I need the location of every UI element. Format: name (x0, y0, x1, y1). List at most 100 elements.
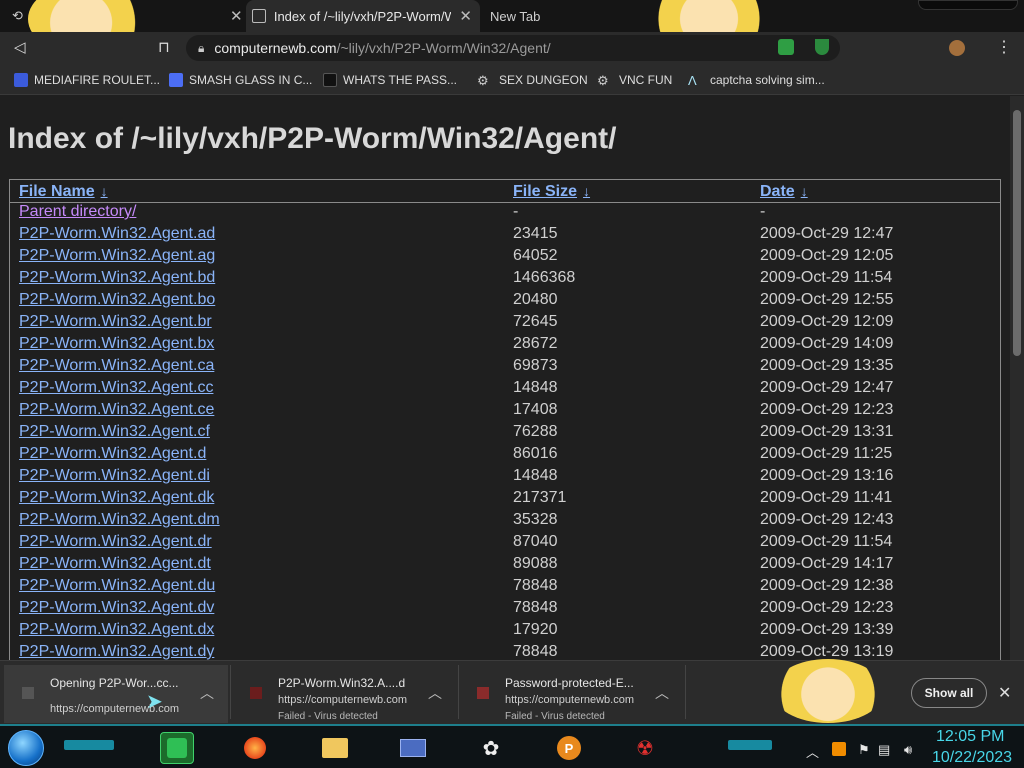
clock-date[interactable]: 10/22/2023 (932, 749, 1012, 767)
column-header-size[interactable]: File Size ↓ (513, 183, 590, 201)
file-link[interactable]: P2P-Worm.Win32.Agent.ad (19, 225, 215, 243)
file-size: 78848 (513, 643, 558, 660)
scrollbar-thumb[interactable] (1013, 110, 1021, 356)
tab-active[interactable]: Index of /~lily/vxh/P2P-Worm/Win ✕ (246, 0, 480, 32)
window-app-icon[interactable] (396, 732, 430, 764)
file-link[interactable]: P2P-Worm.Win32.Agent.ce (19, 401, 214, 419)
file-size: 89088 (513, 555, 558, 572)
file-link[interactable]: P2P-Worm.Win32.Agent.di (19, 467, 210, 485)
bookmark-smash-glass[interactable]: SMASH GLASS IN C... (169, 71, 312, 89)
file-link[interactable]: P2P-Worm.Win32.Agent.ag (19, 247, 215, 265)
bookmark-label: captcha solving sim... (710, 73, 825, 87)
table-row: P2P-Worm.Win32.Agent.bx 28672 2009-Oct-29 … (10, 335, 1000, 357)
tab-new[interactable]: New Tab (482, 0, 642, 32)
file-link[interactable]: P2P-Worm.Win32.Agent.dm (19, 511, 220, 529)
table-row: Parent directory/ - - (10, 203, 1000, 225)
lock-icon[interactable]: 🔒︎ (198, 41, 204, 56)
file-link[interactable]: P2P-Worm.Win32.Agent.dr (19, 533, 212, 551)
file-link[interactable]: P2P-Worm.Win32.Agent.dt (19, 555, 211, 573)
taskbar-decoration (728, 740, 772, 750)
tray-expand-icon[interactable]: ︿ (806, 742, 819, 761)
chevron-up-icon[interactable]: ︿ (428, 683, 442, 703)
file-link[interactable]: P2P-Worm.Win32.Agent.bd (19, 269, 215, 287)
file-link[interactable]: P2P-Worm.Win32.Agent.du (19, 577, 215, 595)
address-bar[interactable]: 🔒︎ computernewb.com/~lily/vxh/P2P-Worm/W… (186, 35, 840, 61)
file-link[interactable]: P2P-Worm.Win32.Agent.dk (19, 489, 214, 507)
file-listing-table: File Name ↓ File Size ↓ Date ↓ Parent direc… (9, 179, 1001, 660)
file-date: 2009-Oct-29 11:41 (760, 489, 893, 506)
sort-date-link[interactable]: Date (760, 183, 795, 200)
back-icon[interactable]: ◁ (14, 38, 26, 56)
start-button[interactable] (8, 730, 44, 766)
download-shelf: Opening P2P-Wor...cc... https://computer… (0, 659, 1024, 724)
file-size: 28672 (513, 335, 558, 352)
close-icon[interactable]: ✕ (998, 683, 1011, 703)
bookmark-captcha[interactable]: Λ captcha solving sim... (688, 71, 825, 89)
table-row: P2P-Worm.Win32.Agent.ca 69873 2009-Oct-29 … (10, 357, 1000, 379)
bookmark-icon[interactable]: ⊓ (158, 38, 170, 56)
p-app-icon[interactable]: P (552, 732, 586, 764)
clock-time[interactable]: 12:05 PM (936, 728, 1004, 746)
tab-close-icon[interactable]: ✕ (451, 7, 480, 25)
file-size: 1466368 (513, 269, 576, 286)
bookmark-vnc-fun[interactable]: ⚙ VNC FUN (597, 71, 672, 89)
file-icon (22, 687, 34, 699)
file-size: 14848 (513, 379, 558, 396)
file-explorer-icon[interactable] (318, 732, 352, 764)
download-item[interactable]: P2P-Worm.Win32.A....d https://computerne… (232, 665, 456, 723)
extension-icon[interactable] (778, 39, 794, 55)
tab-history[interactable]: ⟲ ✕ (0, 0, 246, 56)
file-link[interactable]: P2P-Worm.Win32.Agent.dx (19, 621, 214, 639)
bookmark-label: SEX DUNGEON (499, 73, 588, 87)
network-icon[interactable]: ▤ (878, 742, 890, 758)
table-row: P2P-Worm.Win32.Agent.ad 23415 2009-Oct-29 … (10, 225, 1000, 247)
spotify-app-icon[interactable] (160, 732, 194, 764)
history-icon[interactable]: ⟲ (12, 8, 23, 24)
file-link[interactable]: P2P-Worm.Win32.Agent.dy (19, 643, 214, 660)
parent-directory-link[interactable]: Parent directory/ (19, 203, 136, 221)
tray-app-icon[interactable] (832, 742, 846, 756)
download-filename: P2P-Worm.Win32.A....d (278, 676, 406, 690)
file-date: 2009-Oct-29 12:43 (760, 511, 894, 528)
file-size: - (513, 203, 519, 220)
sort-arrow-icon[interactable]: ↓ (101, 183, 108, 199)
download-source: https://computernewb.com (278, 694, 408, 706)
flag-icon[interactable]: ⚑ (858, 742, 870, 758)
bookmark-sex-dungeon[interactable]: ⚙ SEX DUNGEON (477, 71, 588, 89)
radiation-app-icon[interactable]: ☢ (628, 732, 662, 764)
download-item[interactable]: Opening P2P-Wor...cc... https://computer… (4, 665, 228, 723)
sort-arrow-icon[interactable]: ↓ (583, 183, 590, 199)
file-link[interactable]: P2P-Worm.Win32.Agent.br (19, 313, 212, 331)
bookmark-mediafire[interactable]: MEDIAFIRE ROULET... (14, 71, 160, 89)
table-row: P2P-Worm.Win32.Agent.ce 17408 2009-Oct-29 … (10, 401, 1000, 423)
sort-size-link[interactable]: File Size (513, 183, 577, 200)
flower-app-icon[interactable]: ✿ (474, 732, 508, 764)
bookmark-label: SMASH GLASS IN C... (189, 73, 313, 87)
page-scrollbar[interactable] (1010, 96, 1024, 660)
file-date: 2009-Oct-29 12:23 (760, 401, 894, 418)
shield-extension-icon[interactable] (815, 39, 829, 55)
file-link[interactable]: P2P-Worm.Win32.Agent.cc (19, 379, 213, 397)
bookmark-label: WHATS THE PASS... (343, 73, 458, 87)
bookmark-whats-the-pass[interactable]: WHATS THE PASS... (323, 71, 457, 89)
volume-icon[interactable]: 🔊︎ (904, 742, 912, 758)
column-header-date[interactable]: Date ↓ (760, 183, 808, 201)
file-link[interactable]: P2P-Worm.Win32.Agent.cf (19, 423, 210, 441)
sort-name-link[interactable]: File Name (19, 183, 95, 200)
menu-icon[interactable]: ⋮ (996, 37, 1012, 57)
file-link[interactable]: P2P-Worm.Win32.Agent.ca (19, 357, 214, 375)
chevron-up-icon[interactable]: ︿ (200, 683, 214, 703)
firefox-app-icon[interactable] (238, 732, 272, 764)
download-item[interactable]: Password-protected-E... https://computer… (459, 665, 683, 723)
file-link[interactable]: P2P-Worm.Win32.Agent.dv (19, 599, 214, 617)
file-link[interactable]: P2P-Worm.Win32.Agent.bx (19, 335, 214, 353)
show-all-button[interactable]: Show all (911, 678, 987, 708)
file-link[interactable]: P2P-Worm.Win32.Agent.d (19, 445, 206, 463)
browser-toolbar: ◁ ⊓ 🔒︎ computernewb.com/~lily/vxh/P2P-Wo… (0, 32, 1024, 65)
column-header-name[interactable]: File Name ↓ (19, 183, 108, 201)
file-link[interactable]: P2P-Worm.Win32.Agent.bo (19, 291, 215, 309)
file-size: 87040 (513, 533, 558, 550)
profile-avatar[interactable] (949, 40, 965, 56)
chevron-up-icon[interactable]: ︿ (655, 683, 669, 703)
sort-arrow-icon[interactable]: ↓ (801, 183, 808, 199)
